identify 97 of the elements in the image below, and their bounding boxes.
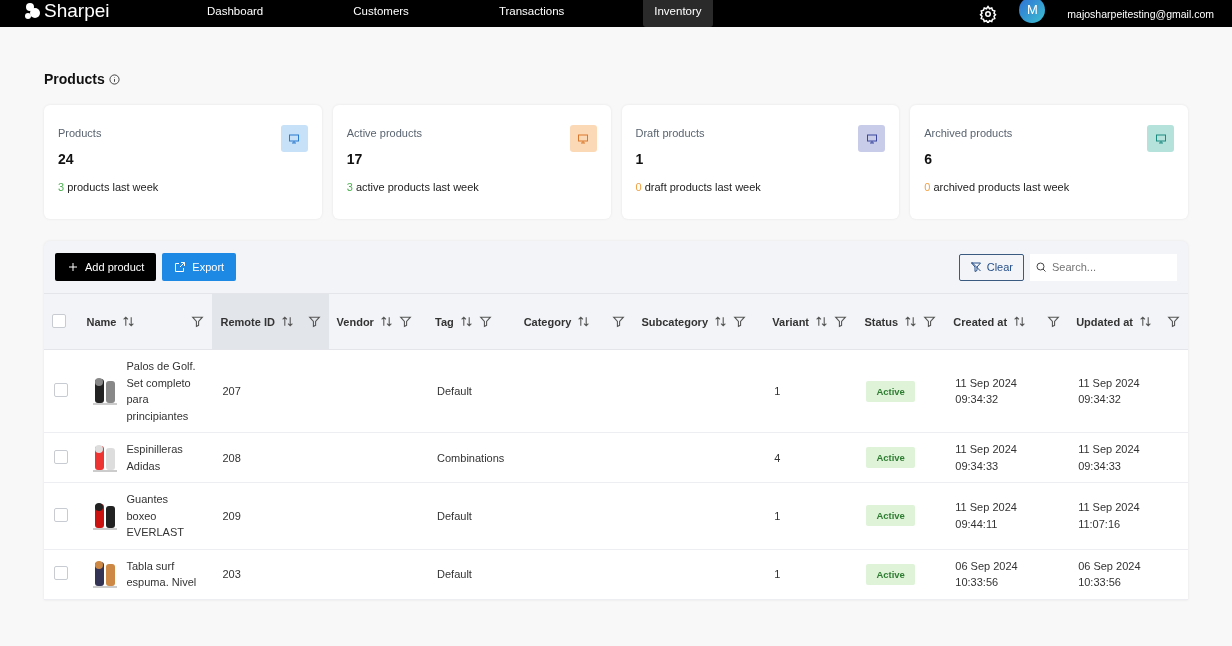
filter-off-icon — [969, 261, 982, 273]
sort-icon[interactable] — [577, 315, 591, 328]
filter-icon[interactable] — [612, 315, 626, 328]
export-button[interactable]: Export — [162, 253, 237, 281]
nav-tab[interactable]: Dashboard — [196, 0, 275, 27]
row-checkbox[interactable] — [54, 383, 68, 397]
column-header[interactable]: Updated at — [1068, 293, 1188, 350]
filter-icon[interactable] — [398, 315, 412, 328]
column-header[interactable]: Subcategory — [633, 293, 765, 350]
table-cell: 1 — [774, 568, 781, 580]
sort-icon[interactable] — [714, 315, 728, 328]
stat-value: 1 — [635, 151, 645, 167]
table-cell: 208 — [222, 451, 241, 464]
nav-tab[interactable]: Customers — [342, 0, 420, 27]
row-checkbox[interactable] — [54, 507, 68, 522]
filter-icon[interactable] — [191, 315, 205, 328]
table-cell-text: 11 Sep 2024 11:07:16 — [1078, 500, 1141, 532]
sort-icon[interactable] — [904, 315, 917, 328]
user-email: majosharpeitesting@gmail.com — [1067, 7, 1214, 20]
status-badge: Active — [866, 447, 915, 468]
product-name: Tabla surf espuma. Nivel — [126, 558, 198, 590]
sort-icon[interactable] — [1013, 315, 1027, 328]
table-cell-text: 11 Sep 2024 09:44:11 — [955, 500, 1018, 532]
row-checkbox[interactable] — [54, 566, 68, 580]
status-badge: Active — [866, 380, 915, 402]
product-name: Palos de Golf. Set completo para principiantes — [126, 359, 197, 424]
sort-icon[interactable] — [459, 315, 473, 328]
select-all-checkbox[interactable] — [52, 313, 66, 328]
column-header[interactable]: Status — [856, 293, 946, 350]
status-badge: Active — [866, 505, 915, 527]
sharpei-logo[interactable]: Sharpei — [24, 0, 196, 27]
table-cell: 209 — [222, 509, 241, 522]
row-checkbox[interactable] — [54, 449, 68, 464]
table-cell: 1 — [774, 509, 781, 522]
table-cell-text: 11 Sep 2024 09:34:33 — [955, 442, 1018, 474]
stat-label: Archived products — [924, 127, 1013, 139]
column-header[interactable]: Created at — [945, 293, 1069, 350]
column-header[interactable]: Vendor — [328, 293, 428, 350]
table-cell: Default — [437, 385, 472, 397]
table-cell-text: 06 Sep 2024 10:33:56 — [1078, 558, 1142, 590]
export-icon — [174, 261, 187, 273]
settings-icon[interactable] — [979, 4, 998, 23]
stat-label: Active products — [346, 127, 422, 139]
filter-icon[interactable] — [1167, 315, 1180, 328]
column-header[interactable]: Remote ID — [212, 293, 329, 350]
filter-icon[interactable] — [834, 315, 847, 328]
clear-filters-button[interactable]: Clear — [958, 253, 1024, 281]
table-cell-text: 06 Sep 2024 10:33:56 — [955, 558, 1019, 590]
filter-icon[interactable] — [923, 315, 936, 328]
monitor-icon — [288, 132, 301, 145]
table-cell-text: 11 Sep 2024 09:34:33 — [1078, 442, 1141, 474]
stat-change-text: 0 archived products last week — [924, 181, 1071, 193]
sort-icon[interactable] — [815, 315, 828, 328]
table-cell: Default — [437, 509, 472, 522]
table-cell-text: 11 Sep 2024 09:34:32 — [955, 375, 1018, 407]
sort-icon[interactable] — [280, 315, 294, 328]
nav-tab[interactable]: Transactions — [487, 0, 576, 27]
sort-icon[interactable] — [379, 315, 393, 328]
column-header[interactable]: Variant — [764, 293, 857, 350]
stat-label: Draft products — [635, 127, 705, 139]
table-cell: Combinations — [437, 451, 505, 464]
search-field[interactable]: Search... — [1030, 253, 1177, 281]
page-title: Products — [44, 71, 105, 87]
monitor-icon — [865, 132, 878, 145]
column-header[interactable]: Name — [78, 293, 213, 350]
nav-tab[interactable]: Inventory — [643, 0, 713, 27]
filter-icon[interactable] — [307, 315, 321, 328]
product-name: Espinilleras Adidas — [126, 442, 184, 474]
stat-change-text: 3 products last week — [58, 181, 160, 193]
add-product-button[interactable]: Add product — [55, 253, 157, 281]
info-icon — [108, 73, 120, 85]
table-cell: 203 — [222, 568, 241, 580]
sort-icon[interactable] — [122, 315, 136, 328]
stat-change-text: 3 active products last week — [346, 181, 480, 193]
stat-value: 24 — [58, 151, 75, 167]
stat-value: 6 — [924, 151, 934, 167]
search-icon — [1035, 260, 1047, 273]
table-cell: Default — [437, 568, 472, 580]
status-badge: Active — [866, 563, 915, 585]
sort-icon[interactable] — [1138, 315, 1152, 328]
monitor-icon — [1154, 132, 1167, 145]
table-cell-text: 11 Sep 2024 09:34:32 — [1078, 375, 1141, 407]
product-name: Guantes boxeo EVERLAST — [126, 492, 185, 540]
column-header[interactable]: Category — [515, 293, 634, 350]
stat-label: Products — [58, 127, 102, 139]
filter-icon[interactable] — [733, 315, 747, 328]
filter-icon[interactable] — [1047, 315, 1061, 328]
table-cell: 207 — [222, 385, 241, 397]
plus-icon — [67, 261, 79, 273]
table-cell: 1 — [774, 385, 781, 397]
table-cell: 4 — [774, 451, 781, 464]
stat-value: 17 — [346, 151, 364, 167]
monitor-icon — [577, 132, 589, 145]
stat-change-text: 0 draft products last week — [635, 181, 762, 193]
dog-logo-icon — [24, 1, 42, 20]
column-header[interactable]: Tag — [427, 293, 516, 350]
filter-icon[interactable] — [478, 315, 492, 328]
